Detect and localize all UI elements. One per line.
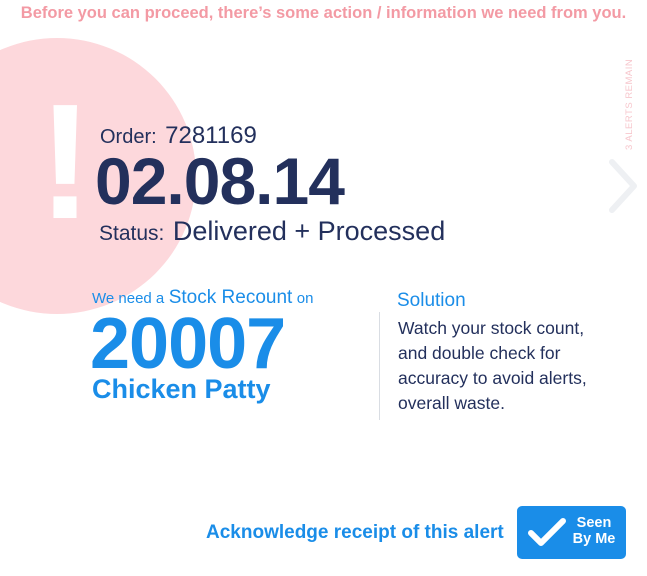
alerts-remaining-label: 3 ALERTS REMAIN bbox=[624, 58, 635, 150]
top-banner: Before you can proceed, there’s some act… bbox=[20, 4, 627, 22]
seen-button-label: Seen By Me bbox=[569, 515, 619, 547]
alert-page: Before you can proceed, there’s some act… bbox=[0, 0, 647, 576]
status-value: Delivered + Processed bbox=[172, 216, 446, 246]
chevron-right-icon bbox=[609, 159, 637, 213]
order-date: 02.08.14 bbox=[95, 144, 345, 218]
solution-text: Watch your stock count, and double check… bbox=[398, 318, 587, 413]
seen-button-line1: Seen bbox=[576, 515, 612, 531]
divider bbox=[379, 312, 380, 420]
status-line: Status: Delivered + Processed bbox=[99, 216, 445, 247]
item-name: Chicken Patty bbox=[92, 374, 271, 404]
checkmark-icon bbox=[528, 518, 566, 546]
solution-title: Solution bbox=[397, 290, 466, 311]
next-alert-button[interactable] bbox=[602, 152, 642, 220]
seen-by-me-button[interactable]: Seen By Me bbox=[517, 506, 626, 559]
request-suffix: on bbox=[296, 290, 314, 307]
seen-button-line2: By Me bbox=[572, 531, 616, 547]
acknowledge-text: Acknowledge receipt of this alert bbox=[206, 522, 504, 543]
status-label: Status: bbox=[99, 222, 165, 245]
exclamation-icon: ! bbox=[38, 70, 93, 253]
item-number: 20007 bbox=[90, 304, 286, 384]
